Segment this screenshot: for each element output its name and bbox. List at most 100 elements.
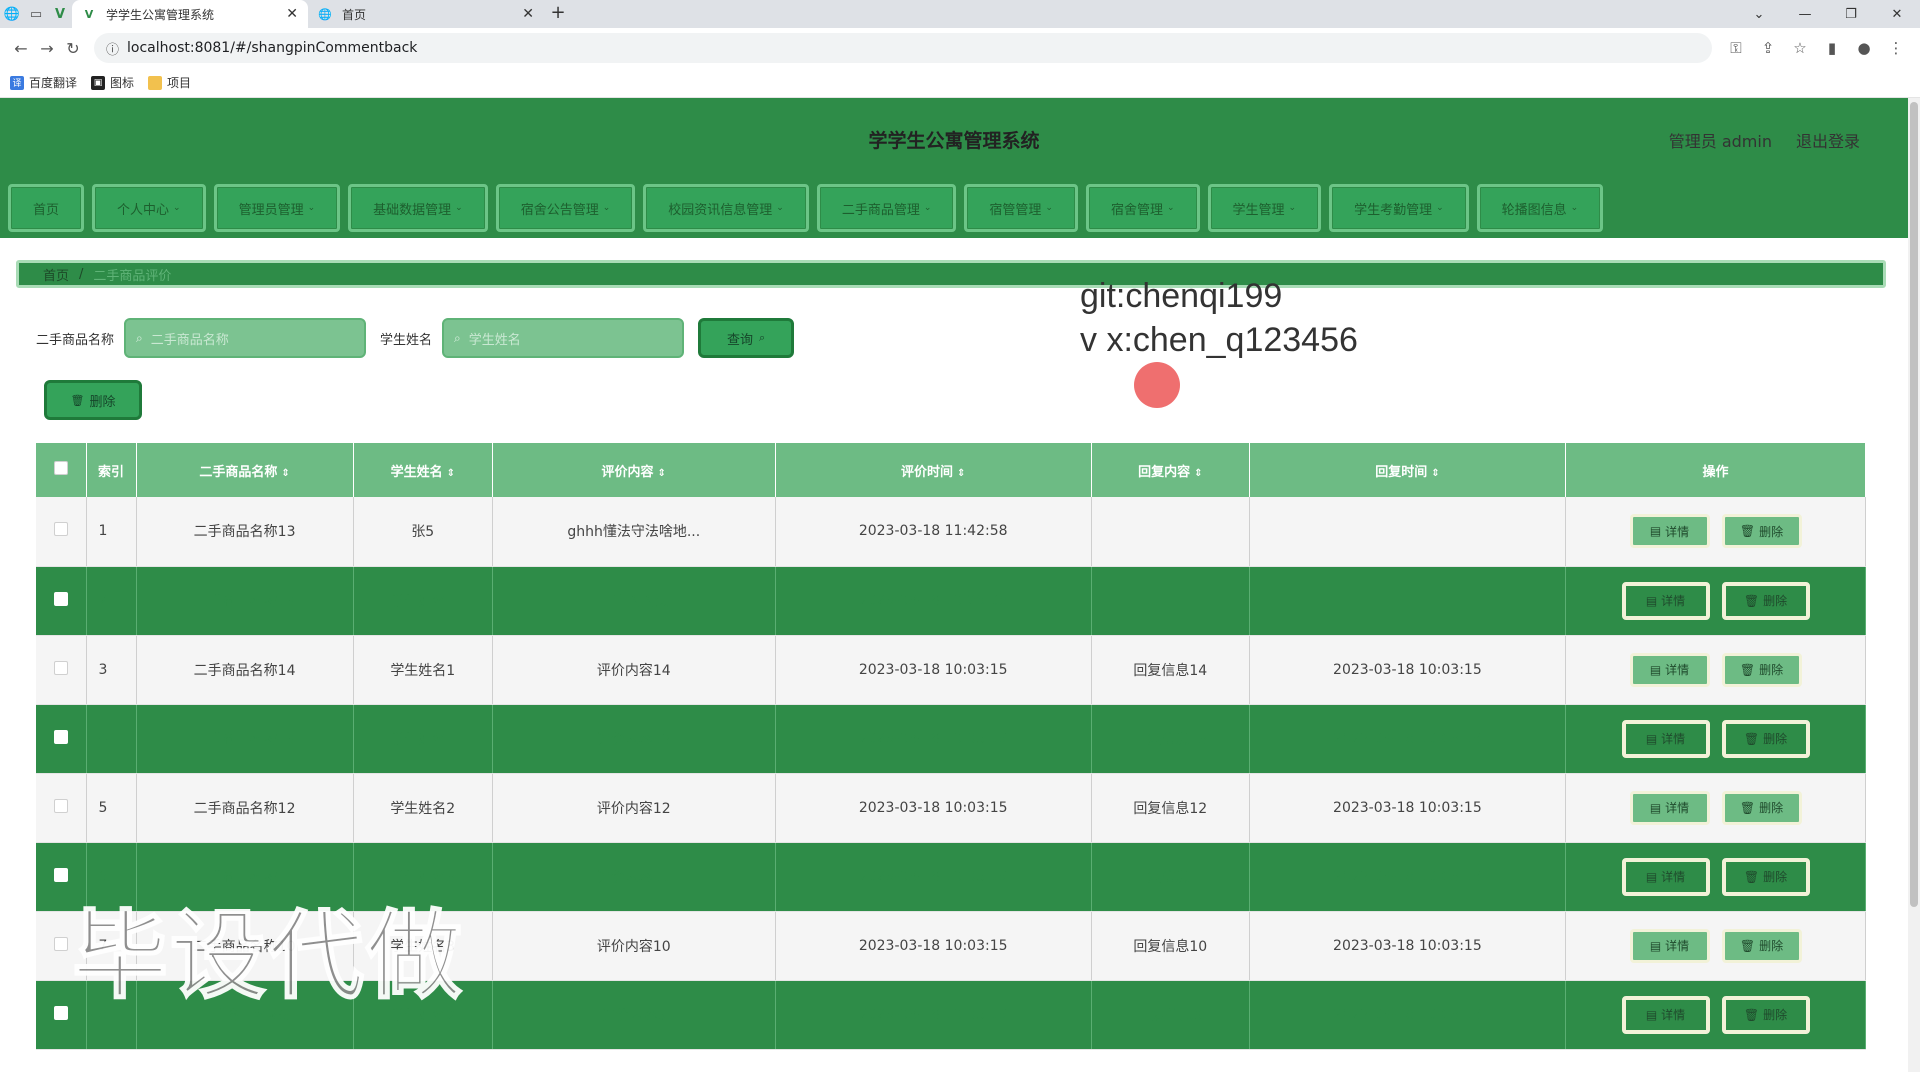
cell-student: 学生姓名1 <box>353 635 493 705</box>
cell-product: 二手商品名称14 <box>136 635 354 705</box>
logout-link[interactable]: 退出登录 <box>1796 128 1860 152</box>
info-icon[interactable]: ⓘ <box>106 39 119 58</box>
breadcrumb-home[interactable]: 首页 <box>43 265 69 284</box>
col-product[interactable]: 二手商品名称 ⇕ <box>136 443 354 497</box>
browser-tab[interactable]: 🌐 首页 ✕ <box>308 0 544 28</box>
col-reply[interactable]: 回复内容 ⇕ <box>1091 443 1250 497</box>
batch-delete-button[interactable]: 🗑 删除 <box>44 380 142 420</box>
back-icon[interactable]: ← <box>8 39 34 58</box>
bookmark-baidu-translate[interactable]: 译 百度翻译 <box>10 74 77 91</box>
col-time[interactable]: 评价时间 ⇕ <box>775 443 1092 497</box>
row-checkbox[interactable] <box>36 497 87 567</box>
profile-icon[interactable]: ● <box>1848 39 1880 57</box>
col-reply-time[interactable]: 回复时间 ⇕ <box>1249 443 1567 497</box>
detail-button[interactable]: ▤ 详情 <box>1621 581 1710 620</box>
detail-button[interactable]: ▤ 详情 <box>1621 857 1710 896</box>
select-all-checkbox[interactable] <box>36 443 87 497</box>
sort-icon[interactable]: ⇕ <box>1194 468 1202 479</box>
table-row: 1 二手商品名称13 张5 ghhh懂法守法啥地... 2023-03-18 11:42… <box>36 497 1866 567</box>
bookmark-icons[interactable]: ▣ 图标 <box>91 74 134 91</box>
close-window-icon[interactable]: ✕ <box>1874 0 1920 28</box>
cell-time: 2023-03-18 10:26:08 <box>775 566 1092 636</box>
vue-icon[interactable]: V <box>48 0 72 28</box>
chevron-down-icon: ⌄ <box>307 203 316 213</box>
menu-item-home[interactable]: 首页 <box>8 184 85 232</box>
sort-icon[interactable]: ⇕ <box>658 468 666 479</box>
menu-item-carousel[interactable]: 轮播图信息 ⌄ <box>1476 184 1604 232</box>
bookmarks-bar: 译 百度翻译 ▣ 图标 项目 <box>0 68 1920 98</box>
menu-item-student[interactable]: 学生管理 ⌄ <box>1207 184 1322 232</box>
cell-reply: 回复信息12 <box>1091 773 1250 843</box>
menu-item-dorm[interactable]: 宿舍管理 ⌄ <box>1085 184 1200 232</box>
reload-icon[interactable]: ↻ <box>60 39 86 58</box>
tab-title: 学学生公寓管理系统 <box>106 7 215 22</box>
new-tab-icon[interactable]: + <box>544 0 572 28</box>
sort-icon[interactable]: ⇕ <box>957 468 965 479</box>
browser-tab-active[interactable]: V 学学生公寓管理系统 ✕ <box>72 0 308 28</box>
col-content[interactable]: 评价内容 ⇕ <box>492 443 776 497</box>
delete-button[interactable]: 🗑 删除 <box>1721 719 1810 758</box>
menu-item-dorm-notice[interactable]: 宿舍公告管理 ⌄ <box>495 184 636 232</box>
delete-button[interactable]: 🗑 删除 <box>1721 928 1802 963</box>
row-checkbox[interactable] <box>36 566 87 636</box>
forward-icon[interactable]: → <box>34 39 60 58</box>
close-tab-icon[interactable]: ✕ <box>522 6 534 22</box>
cell-reply-time <box>1249 566 1567 636</box>
minimize-icon[interactable]: — <box>1782 0 1828 28</box>
detail-button[interactable]: ▤ 详情 <box>1629 790 1710 825</box>
page-scrollbar[interactable] <box>1908 98 1920 1072</box>
cell-product: 二手商品名称13 <box>136 566 354 636</box>
cell-content: 一手的的法 <box>492 566 776 636</box>
student-name-input[interactable]: ⌕ 学生姓名 <box>442 318 685 358</box>
sort-icon[interactable]: ⇕ <box>281 468 289 479</box>
browser-actions: ⚿ ⇪ ☆ ▮ ● ⋮ <box>1720 39 1912 57</box>
close-tab-icon[interactable]: ✕ <box>286 6 298 22</box>
col-student[interactable]: 学生姓名 ⇕ <box>353 443 493 497</box>
detail-button[interactable]: ▤ 详情 <box>1621 719 1710 758</box>
sidepanel-icon[interactable]: ▮ <box>1816 39 1848 57</box>
more-icon[interactable]: ⋮ <box>1880 39 1912 57</box>
cell-student: 学生姓名2 <box>353 773 493 843</box>
delete-button[interactable]: 🗑 删除 <box>1721 514 1802 549</box>
detail-button[interactable]: ▤ 详情 <box>1629 514 1710 549</box>
menu-item-attendance[interactable]: 学生考勤管理 ⌄ <box>1329 184 1469 232</box>
cell-content: 评价内容11 <box>492 842 776 912</box>
cell-content: 评价内容14 <box>492 635 776 705</box>
menu-item-basic-data[interactable]: 基础数据管理 ⌄ <box>348 184 488 232</box>
scrollbar-thumb[interactable] <box>1910 102 1918 907</box>
share-icon[interactable]: ⇪ <box>1752 39 1784 57</box>
row-checkbox[interactable] <box>36 773 87 843</box>
delete-button[interactable]: 🗑 删除 <box>1721 652 1802 687</box>
tab-title: 首页 <box>342 7 367 22</box>
detail-button[interactable]: ▤ 详情 <box>1629 652 1710 687</box>
menu-item-dorm-manager[interactable]: 宿管管理 ⌄ <box>964 184 1078 232</box>
query-button[interactable]: 查询 ⌕ <box>698 318 795 358</box>
menu-item-admin[interactable]: 管理员管理 ⌄ <box>213 184 341 232</box>
menu-item-personal[interactable]: 个人中心 ⌄ <box>92 184 206 232</box>
delete-button[interactable]: 🗑 删除 <box>1721 995 1810 1034</box>
row-checkbox[interactable] <box>36 704 87 774</box>
blank-tab-icon[interactable]: ▭ <box>24 0 48 28</box>
table-row: 4 二手商品名称13 学生姓名1 评价内容13 2023-03-18 10:03:15 回… <box>36 704 1866 774</box>
bookmark-projects[interactable]: 项目 <box>148 74 191 91</box>
star-icon[interactable]: ☆ <box>1784 39 1816 57</box>
menu-item-secondhand[interactable]: 二手商品管理 ⌄ <box>816 184 957 232</box>
delete-button[interactable]: 🗑 删除 <box>1721 581 1810 620</box>
cell-time: 2023-03-18 10:03:15 <box>775 980 1092 1050</box>
trash-icon: 🗑 <box>1739 938 1756 953</box>
restore-icon[interactable]: ❐ <box>1828 0 1874 28</box>
product-name-input[interactable]: ⌕ 二手商品名称 <box>124 318 367 358</box>
detail-button[interactable]: ▤ 详情 <box>1621 995 1710 1034</box>
tab-search-icon[interactable]: ⌄ <box>1736 0 1782 28</box>
menu-item-campus-news[interactable]: 校园资讯信息管理 ⌄ <box>643 184 809 232</box>
sort-icon[interactable]: ⇕ <box>447 468 455 479</box>
key-icon[interactable]: ⚿ <box>1720 39 1752 57</box>
delete-button[interactable]: 🗑 删除 <box>1721 790 1802 825</box>
cell-index: 5 <box>86 773 137 843</box>
sort-icon[interactable]: ⇕ <box>1431 468 1439 479</box>
row-checkbox[interactable] <box>36 635 87 705</box>
delete-button[interactable]: 🗑 删除 <box>1721 857 1810 896</box>
url-field[interactable]: ⓘ localhost:8081/#/shangpinCommentback <box>94 33 1712 63</box>
globe-icon[interactable]: 🌐 <box>0 0 24 28</box>
detail-button[interactable]: ▤ 详情 <box>1629 928 1710 963</box>
